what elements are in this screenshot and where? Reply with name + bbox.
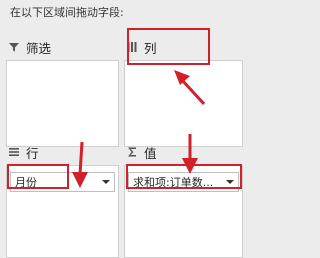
rows-area: 行 月份 [6, 141, 119, 258]
value-field-sum-orders[interactable]: 求和项:订单数... [128, 172, 239, 192]
columns-drop-zone[interactable] [124, 60, 243, 147]
instruction-text: 在以下区域间拖动字段: [10, 6, 124, 19]
sigma-icon [128, 147, 136, 157]
rows-icon [9, 148, 19, 156]
values-header: 值 [124, 141, 243, 163]
chevron-down-icon[interactable] [226, 180, 234, 184]
value-field-label: 求和项:订单数... [133, 176, 214, 189]
row-field-month[interactable]: 月份 [10, 172, 115, 192]
rows-drop-zone[interactable]: 月份 [6, 165, 119, 258]
rows-label: 行 [26, 145, 39, 161]
columns-area: 列 [124, 36, 243, 147]
columns-icon [127, 42, 137, 52]
columns-header: 列 [124, 36, 243, 58]
chevron-down-icon[interactable] [102, 180, 110, 184]
rows-header: 行 [6, 141, 119, 163]
row-field-label: 月份 [15, 176, 37, 189]
columns-label: 列 [144, 40, 157, 56]
values-drop-zone[interactable]: 求和项:订单数... [124, 165, 243, 258]
filters-header: 筛选 [6, 36, 119, 58]
filters-label: 筛选 [26, 40, 52, 56]
values-area: 值 求和项:订单数... [124, 141, 243, 258]
values-label: 值 [144, 145, 157, 161]
filters-area: 筛选 [6, 36, 119, 147]
filter-icon [9, 43, 19, 52]
filters-drop-zone[interactable] [6, 60, 119, 147]
